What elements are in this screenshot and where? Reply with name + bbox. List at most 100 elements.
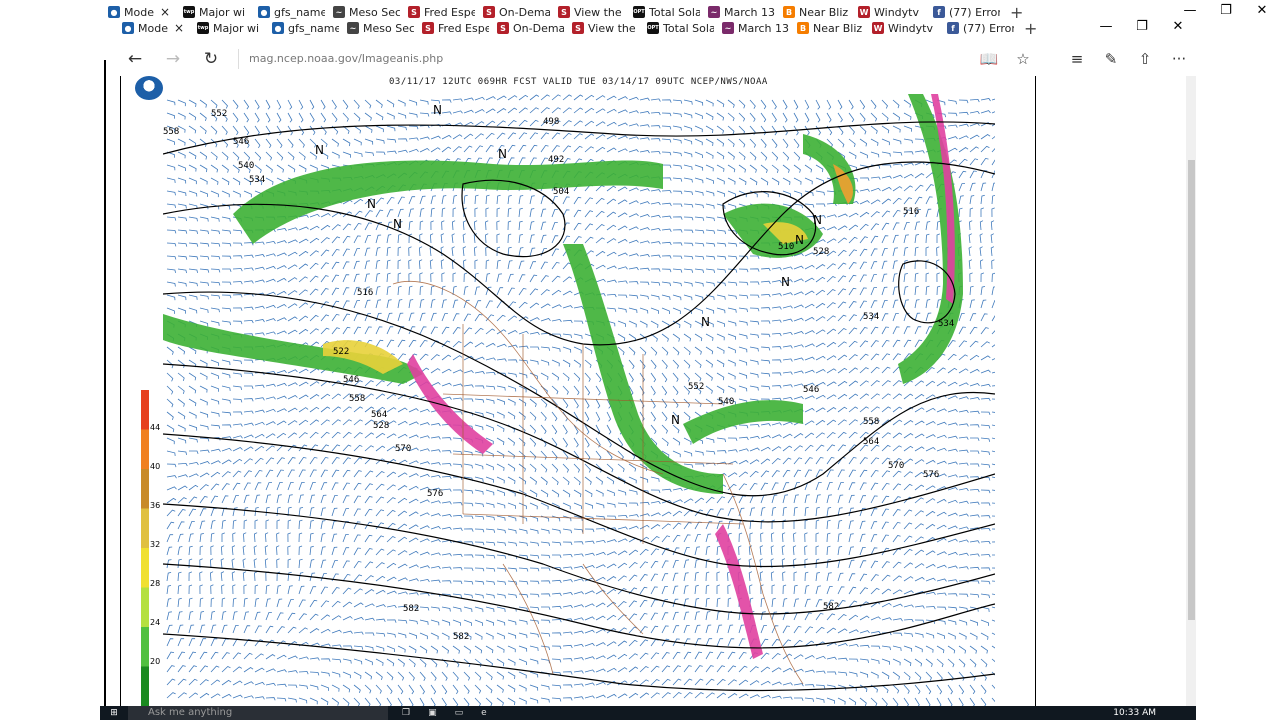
web-notes-icon[interactable]: ✎ — [1094, 50, 1128, 68]
new-tab-button[interactable]: + — [1024, 19, 1037, 38]
address-bar: ← → ↻ mag.ncep.noaa.gov/Imageanis.php 📖 … — [116, 44, 1196, 74]
forward-button[interactable]: → — [154, 49, 192, 69]
close-button[interactable]: ✕ — [1160, 19, 1196, 34]
more-icon[interactable]: ··· — [1162, 50, 1196, 68]
browser-toolbar: 📖 ☆ ≡ ✎ ⇧ ··· — [972, 50, 1196, 68]
hub-icon[interactable]: ≡ — [1060, 50, 1094, 68]
colorbar-label-5: 24 — [150, 618, 160, 627]
contour-label-23: 534 — [938, 319, 954, 329]
contour-label-11: 510 — [778, 242, 794, 252]
contour-label-13: 528 — [813, 247, 829, 257]
blogger-icon: B — [797, 22, 809, 34]
wave-icon: ~ — [708, 6, 720, 18]
url-field[interactable]: mag.ncep.noaa.gov/Imageanis.php — [238, 49, 972, 69]
colorbar-segment-2 — [141, 469, 149, 509]
colorbar-label-1: 40 — [150, 462, 160, 471]
colorbar-segment-6 — [141, 627, 149, 667]
close-tab-icon[interactable]: × — [174, 21, 184, 35]
contour-label-15: 546 — [343, 375, 359, 385]
tab-label: (77) Error — [949, 5, 1000, 19]
tab-6[interactable]: S View the — [568, 19, 643, 37]
tab-label: Windytv — [874, 5, 919, 19]
tab-label: gfs_name — [274, 5, 325, 19]
low-marker-6: N — [795, 233, 804, 247]
tab-11[interactable]: f (77) Error — [943, 19, 1018, 37]
store-icon[interactable]: ▣ — [428, 708, 437, 718]
boundary-line-4 — [502, 563, 644, 675]
tab-1[interactable]: twp Major wi — [193, 19, 268, 37]
cortana-search-input[interactable]: Ask me anything — [128, 706, 388, 720]
tab-4[interactable]: S Fred Espe — [418, 19, 493, 37]
refresh-button[interactable]: ↻ — [192, 49, 230, 69]
tab-label: March 13 — [738, 21, 789, 35]
back-button[interactable]: ← — [116, 49, 154, 69]
contour-label-5: 528 — [373, 421, 389, 431]
colorbar-label-3: 32 — [150, 540, 160, 549]
contour-label-25: 552 — [688, 382, 704, 392]
noaa-icon: ● — [108, 6, 120, 18]
task-view-icon[interactable]: ❐ — [402, 708, 410, 718]
tab-label: Mode — [124, 5, 154, 19]
tab-3[interactable]: ~ Meso Sec — [343, 19, 418, 37]
colorbar-label-6: 20 — [150, 657, 160, 666]
favorite-star-icon[interactable]: ☆ — [1006, 50, 1040, 68]
clock: 10:33 AM — [1113, 708, 1156, 718]
tab-7[interactable]: OPT Total Sola — [643, 19, 718, 37]
minimize-button[interactable]: — — [1172, 3, 1208, 18]
tab-label: Near Bliz — [813, 21, 863, 35]
colorbar-label-2: 36 — [150, 501, 160, 510]
contour-label-27: 564 — [863, 437, 879, 447]
contour-label-10: 504 — [553, 187, 569, 197]
contour-label-29: 576 — [923, 470, 939, 480]
noaa-icon: ● — [122, 22, 134, 34]
s-icon: S — [408, 6, 420, 18]
contour-label-19: 576 — [427, 489, 443, 499]
restore-button[interactable]: ❐ — [1124, 19, 1160, 34]
close-button[interactable]: ✕ — [1244, 3, 1280, 18]
tab-5[interactable]: S On-Dema — [493, 19, 568, 37]
windows-start-icon[interactable]: ⊞ — [100, 708, 128, 718]
tab-2[interactable]: ● gfs_name — [268, 19, 343, 37]
boundary-line-2 — [442, 393, 744, 525]
low-marker-7: N — [781, 275, 790, 289]
opt-icon: OPT — [647, 22, 659, 34]
contour-label-14: 534 — [863, 312, 879, 322]
colorbar-segment-7 — [141, 666, 149, 706]
colorbar-segment-3 — [141, 508, 149, 548]
file-explorer-icon[interactable]: ▭ — [455, 708, 464, 718]
tab-0[interactable]: ● Mode × — [118, 19, 193, 37]
edge-icon[interactable]: e — [481, 708, 487, 718]
meso-icon: ~ — [347, 22, 359, 34]
facebook-icon: f — [933, 6, 945, 18]
tab-label: Near Bliz — [799, 5, 849, 19]
restore-button[interactable]: ❐ — [1208, 3, 1244, 18]
low-marker-1: N — [315, 143, 324, 157]
tab-label: View the — [588, 21, 636, 35]
tab-label: Total Sola — [649, 5, 700, 19]
contour-label-20: 582 — [403, 604, 419, 614]
contour-label-7: 522 — [333, 347, 349, 357]
contour-label-6: 516 — [357, 288, 373, 298]
s-icon: S — [422, 22, 434, 34]
share-icon[interactable]: ⇧ — [1128, 50, 1162, 68]
reading-view-icon[interactable]: 📖 — [972, 50, 1006, 68]
low-marker-0: N — [433, 103, 442, 117]
contour-label-26: 558 — [863, 417, 879, 427]
contour-label-17: 564 — [371, 410, 387, 420]
weather-map-image: 03/11/17 12UTC 069HR FCST VALID TUE 03/1… — [120, 76, 1036, 706]
minimize-button[interactable]: — — [1088, 19, 1124, 34]
low-marker-8: N — [701, 315, 710, 329]
s-icon: S — [483, 6, 495, 18]
window-controls: — ❐ ✕ — [1088, 19, 1196, 34]
s-icon: S — [572, 22, 584, 34]
tab-8[interactable]: ~ March 13 — [718, 19, 793, 37]
tab-label: Total Sola — [663, 21, 714, 35]
scrollbar-thumb[interactable] — [1188, 160, 1195, 620]
tab-label: Windytv — [888, 21, 933, 35]
low-marker-4: N — [498, 147, 507, 161]
tab-10[interactable]: W Windytv — [868, 19, 943, 37]
close-tab-icon[interactable]: × — [160, 5, 170, 19]
facebook-icon: f — [947, 22, 959, 34]
low-marker-3: N — [393, 217, 402, 231]
tab-9[interactable]: B Near Bliz — [793, 19, 868, 37]
